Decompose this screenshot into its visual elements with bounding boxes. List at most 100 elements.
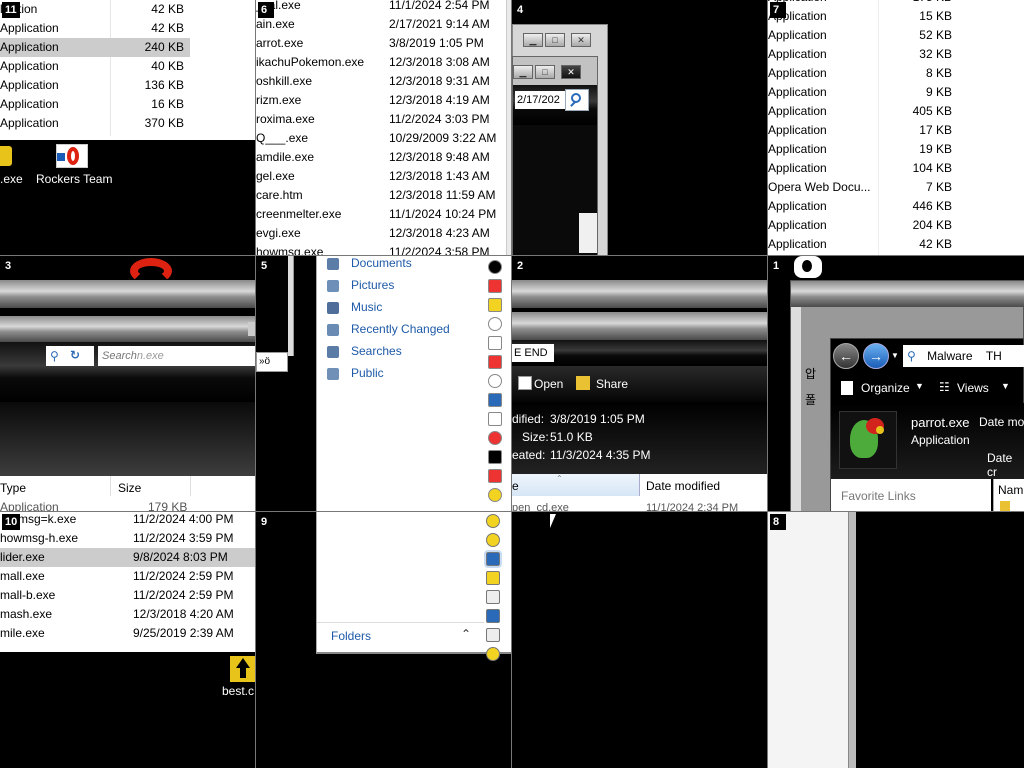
address-bar[interactable]: ⚲ Malware TH <box>903 345 1024 367</box>
name-column-header[interactable]: e <box>512 479 519 493</box>
list-item[interactable]: _cal.exe 11/1/2024 2:54 PM <box>256 0 506 15</box>
chevron-down-icon[interactable]: ▼ <box>1001 381 1010 391</box>
nav-link-pictures[interactable]: Pictures <box>327 276 487 296</box>
file-icon[interactable] <box>486 609 500 623</box>
views-button[interactable]: Views <box>957 381 989 395</box>
file-icon[interactable] <box>488 279 502 293</box>
search-input[interactable]: Searchn.exe <box>98 346 256 366</box>
refresh-icon[interactable]: ↻ <box>70 348 80 362</box>
name-column-header[interactable]: Nam <box>998 483 1023 497</box>
file-icon[interactable] <box>486 647 500 661</box>
file-icon[interactable] <box>484 550 502 568</box>
search-icon[interactable] <box>565 89 589 111</box>
desktop-file-icon[interactable] <box>230 656 256 682</box>
minimize-button[interactable]: ▁ <box>513 65 533 79</box>
nav-link-documents[interactable]: Documents <box>327 256 487 274</box>
list-item[interactable]: Q___.exe 10/29/2009 3:22 AM <box>256 129 506 148</box>
scrollbar[interactable] <box>848 512 856 768</box>
maximize-button[interactable]: □ <box>545 33 565 47</box>
list-item[interactable]: arrot.exe 3/8/2019 1:05 PM <box>256 34 506 53</box>
list-item[interactable]: Application 8 KB <box>768 64 958 83</box>
file-icon[interactable] <box>486 590 500 604</box>
list-item[interactable]: roxima.exe 11/2/2024 3:03 PM <box>256 110 506 129</box>
minimize-button[interactable]: ▁ <box>523 33 543 47</box>
date-column-header[interactable]: Date modified <box>646 479 720 493</box>
list-item[interactable]: oshkill.exe 12/3/2018 9:31 AM <box>256 72 506 91</box>
list-item[interactable]: mall-b.exe 11/2/2024 2:59 PM <box>0 586 256 605</box>
forward-arrow-icon[interactable]: → <box>863 343 889 369</box>
desktop-icon-label[interactable]: best.c <box>222 684 254 698</box>
nav-buttons[interactable]: ⚲ ↻ <box>46 346 94 366</box>
type-column-header[interactable]: Type <box>0 481 26 495</box>
list-item[interactable]: lication42 KB <box>0 0 190 19</box>
share-button[interactable]: Share <box>596 377 628 391</box>
list-item[interactable]: lider.exe 9/8/2024 8:03 PM <box>0 548 256 567</box>
file-icon[interactable] <box>488 393 502 407</box>
close-button[interactable]: ✕ <box>561 65 581 79</box>
nav-link-recently-changed[interactable]: Recently Changed <box>327 320 487 340</box>
list-item[interactable]: Application 40 KB <box>0 57 190 76</box>
list-item[interactable]: mash.exe 12/3/2018 4:20 AM <box>0 605 256 624</box>
chevron-down-icon[interactable]: ▼ <box>915 381 924 391</box>
list-item[interactable]: Application 15 KB <box>768 7 958 26</box>
list-item[interactable]: Application 42 KB <box>0 19 190 38</box>
chevron-up-icon[interactable]: ⌃ <box>461 627 471 641</box>
file-icon[interactable] <box>488 317 502 331</box>
list-item[interactable]: evgi.exe 12/3/2018 4:23 AM <box>256 224 506 243</box>
file-icon[interactable] <box>486 628 500 642</box>
list-item[interactable]: Opera Web Docu... 7 KB <box>768 178 958 197</box>
list-item[interactable]: ain.exe 2/17/2021 9:14 AM <box>256 15 506 34</box>
file-icon[interactable] <box>486 533 500 547</box>
maximize-button[interactable]: □ <box>535 65 555 79</box>
close-button[interactable]: ✕ <box>571 33 591 47</box>
list-item[interactable]: Application 9 KB <box>768 83 958 102</box>
list-item[interactable]: Application 32 KB <box>768 45 958 64</box>
list-item[interactable]: Application 446 KB <box>768 197 958 216</box>
desktop-icon-label[interactable]: .exe <box>0 172 23 186</box>
list-item[interactable]: care.htm 12/3/2018 11:59 AM <box>256 186 506 205</box>
file-icon[interactable] <box>488 412 502 426</box>
folder-icon[interactable] <box>0 146 12 166</box>
rockers-team-icon[interactable] <box>56 144 88 168</box>
file-icon[interactable] <box>488 431 502 445</box>
list-item[interactable]: gel.exe 12/3/2018 1:43 AM <box>256 167 506 186</box>
list-item[interactable]: Application 52 KB <box>768 26 958 45</box>
list-item[interactable]: rizm.exe 12/3/2018 4:19 AM <box>256 91 506 110</box>
list-item[interactable]: Application 104 KB <box>768 159 958 178</box>
list-item[interactable]: mall.exe 11/2/2024 2:59 PM <box>0 567 256 586</box>
list-item[interactable]: mile.exe 9/25/2019 2:39 AM <box>0 624 256 643</box>
list-item[interactable]: Application 42 KB <box>768 235 958 254</box>
organize-button[interactable]: Organize <box>861 381 910 395</box>
list-item[interactable]: amdile.exe 12/3/2018 9:48 AM <box>256 148 506 167</box>
list-item[interactable]: Application 405 KB <box>768 102 958 121</box>
list-item[interactable]: msg=k.exe 11/2/2024 4:00 PM <box>0 512 256 529</box>
list-item[interactable]: Application 240 KB <box>0 38 190 57</box>
list-item[interactable]: Application 204 KB <box>768 216 958 235</box>
list-item[interactable]: ikachuPokemon.exe 12/3/2018 3:08 AM <box>256 53 506 72</box>
list-item[interactable]: Application 16 KB <box>0 95 190 114</box>
file-icon[interactable] <box>488 469 502 483</box>
list-item[interactable]: Application 370 KB <box>0 114 190 133</box>
file-icon[interactable] <box>488 260 502 274</box>
file-icon[interactable] <box>486 571 500 585</box>
scrollbar[interactable] <box>579 213 597 253</box>
size-column-header[interactable]: Size <box>118 481 141 495</box>
list-item[interactable]: creenmelter.exe 11/1/2024 10:24 PM <box>256 205 506 224</box>
nav-link-music[interactable]: Music <box>327 298 487 318</box>
desktop-icon[interactable] <box>794 256 822 278</box>
list-item[interactable]: howmsg-h.exe 11/2/2024 3:59 PM <box>0 529 256 548</box>
back-arrow-icon[interactable]: ← <box>833 343 859 369</box>
file-icon[interactable] <box>488 355 502 369</box>
file-icon[interactable] <box>488 450 502 464</box>
list-item[interactable]: Application175 KB <box>768 0 958 7</box>
list-item[interactable]: Application 19 KB <box>768 140 958 159</box>
nav-link-public[interactable]: Public <box>327 364 487 384</box>
file-icon[interactable] <box>488 488 502 502</box>
file-icon[interactable] <box>488 374 502 388</box>
file-icon[interactable] <box>486 514 500 528</box>
open-button[interactable]: Open <box>534 377 563 391</box>
chevron-down-icon[interactable]: ▼ <box>891 351 899 360</box>
file-icon[interactable] <box>488 336 502 350</box>
file-icon[interactable] <box>488 298 502 312</box>
folders-header[interactable]: Folders ⌃ <box>317 622 487 650</box>
